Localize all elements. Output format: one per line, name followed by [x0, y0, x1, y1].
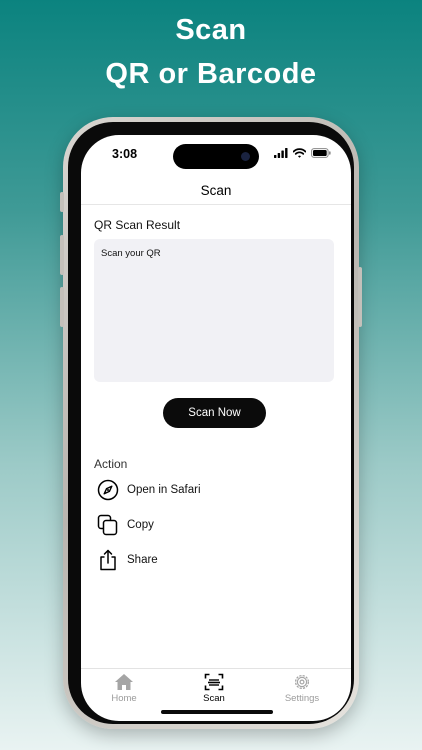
tab-home[interactable]: Home — [89, 673, 159, 704]
result-label: QR Scan Result — [94, 218, 181, 232]
result-text-area[interactable]: Scan your QR — [94, 239, 334, 382]
phone-bezel: 3:08 Scan QR Scan Result Scan your QR Sc… — [68, 122, 354, 724]
tab-settings-label: Settings — [284, 693, 320, 704]
battery-icon — [311, 148, 331, 158]
result-text: Scan your QR — [101, 248, 161, 259]
nav-title: Scan — [200, 183, 232, 198]
tab-settings[interactable]: Settings — [267, 673, 337, 704]
dynamic-island — [173, 144, 259, 169]
action-section-label: Action — [94, 457, 128, 471]
mute-switch — [60, 192, 64, 212]
copy-icon — [97, 514, 118, 536]
home-indicator — [161, 710, 273, 714]
share-icon — [100, 549, 116, 571]
signal-icon — [274, 148, 288, 158]
nav-divider — [81, 204, 351, 205]
phone-frame: 3:08 Scan QR Scan Result Scan your QR Sc… — [60, 117, 362, 729]
scan-now-button[interactable]: Scan Now — [163, 398, 266, 428]
status-icons — [274, 148, 331, 158]
scan-icon — [204, 673, 224, 691]
volume-down-button — [60, 287, 64, 327]
tabbar-divider — [81, 668, 351, 669]
copy-action[interactable]: Copy — [97, 512, 154, 538]
tab-home-label: Home — [111, 693, 137, 704]
gear-icon — [294, 674, 310, 690]
share-action[interactable]: Share — [97, 547, 158, 573]
compass-icon — [97, 479, 119, 501]
share-label: Share — [127, 554, 158, 566]
open-in-safari-label: Open in Safari — [127, 484, 201, 496]
app-screen: 3:08 Scan QR Scan Result Scan your QR Sc… — [81, 135, 351, 721]
volume-up-button — [60, 235, 64, 275]
promo-subtitle: QR or Barcode — [105, 58, 317, 90]
camera-icon — [241, 152, 250, 161]
status-time: 3:08 — [112, 147, 138, 161]
wifi-icon — [293, 148, 306, 158]
copy-label: Copy — [127, 519, 154, 531]
tab-scan-label: Scan — [203, 693, 225, 704]
home-icon — [115, 674, 133, 690]
power-button — [358, 267, 362, 327]
promo-title: Scan — [175, 14, 247, 46]
tab-scan[interactable]: Scan — [179, 673, 249, 704]
open-in-safari-action[interactable]: Open in Safari — [97, 477, 201, 503]
